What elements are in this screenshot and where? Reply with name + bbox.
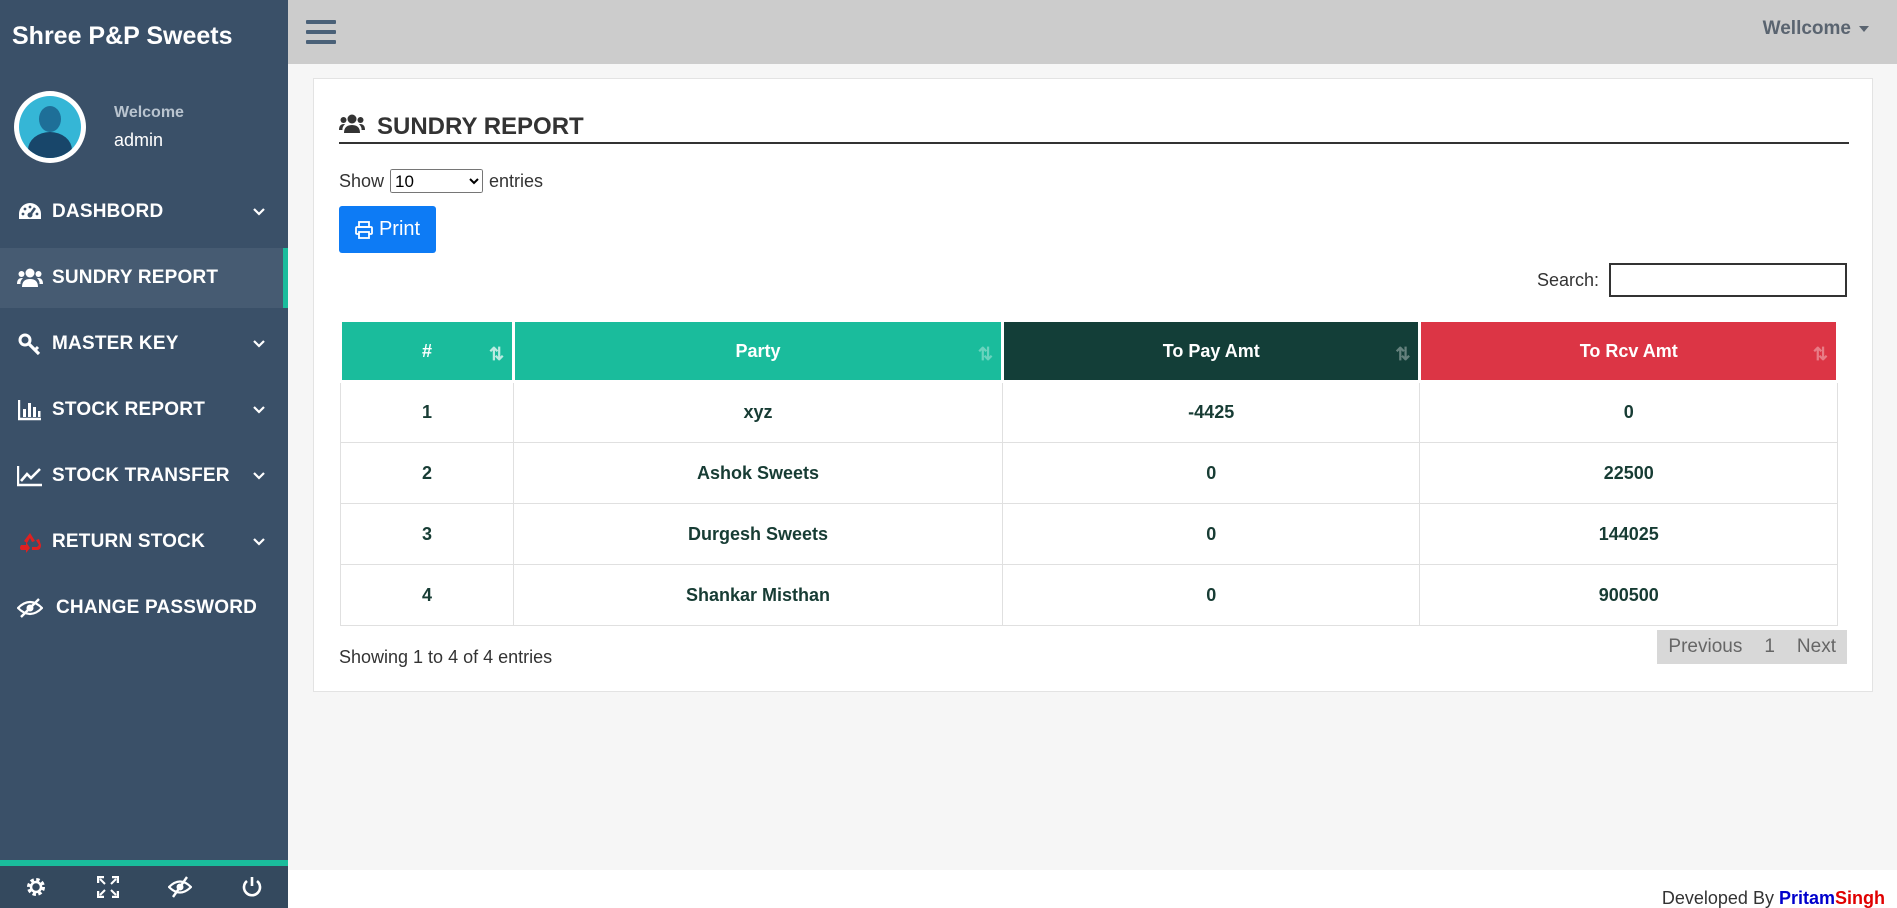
sort-icon: ⇅ (1395, 344, 1411, 364)
entries-length: Show 10 entries (339, 169, 543, 193)
column-header-to-pay[interactable]: To Pay Amt ⇅ (1000, 319, 1422, 383)
sidebar-item-label: STOCK REPORT (52, 399, 206, 420)
eye-slash-icon[interactable] (166, 873, 194, 901)
sidebar-item-dashbord[interactable]: DASHBORD (0, 182, 288, 242)
search-box: Search: (1537, 263, 1847, 297)
key-icon (16, 332, 44, 356)
user-menu[interactable]: Wellcome (1763, 18, 1869, 40)
cell-to-pay: 0 (1001, 442, 1421, 504)
sidebar-nav: DASHBORD SUNDRY REPORT MASTER KEY STOCK … (0, 182, 288, 638)
chevron-down-icon (253, 472, 265, 480)
print-button[interactable]: Print (339, 206, 436, 253)
cell-party: Durgesh Sweets (513, 503, 1003, 565)
brand-title: Shree P&P Sweets (12, 22, 233, 50)
sidebar-item-label: MASTER KEY (52, 333, 179, 354)
sidebar-item-master-key[interactable]: MASTER KEY (0, 314, 288, 374)
sidebar-item-label: STOCK TRANSFER (52, 465, 230, 486)
cell-to-rcv: 900500 (1419, 564, 1838, 626)
print-icon (355, 220, 373, 239)
bar-chart-icon (16, 398, 44, 422)
developer-name-last: Singh (1835, 888, 1885, 908)
chevron-down-icon (253, 340, 265, 348)
sidebar-item-label: CHANGE PASSWORD (56, 597, 258, 618)
sidebar-item-stock-report[interactable]: STOCK REPORT (0, 380, 288, 440)
table-row: 1 xyz -4425 0 (339, 381, 1838, 443)
cell-party: Ashok Sweets (513, 442, 1003, 504)
pagination-page-1[interactable]: 1 (1753, 630, 1786, 664)
pagination-next[interactable]: Next (1786, 630, 1847, 664)
panel-header: SUNDRY REPORT (339, 111, 1849, 144)
cell-to-rcv: 22500 (1419, 442, 1838, 504)
chevron-down-icon (253, 538, 265, 546)
cell-to-pay: 0 (1001, 503, 1421, 565)
cell-number: 3 (339, 503, 515, 565)
sidebar-footer (0, 860, 288, 908)
chevron-down-icon (253, 406, 265, 414)
profile-welcome: Welcome (114, 103, 184, 121)
search-label: Search: (1536, 269, 1599, 290)
column-header-party[interactable]: Party ⇅ (512, 319, 1004, 383)
table-row: 2 Ashok Sweets 0 22500 (339, 442, 1838, 504)
sidebar: Shree P&P Sweets Welcome admin DASHBORD … (0, 0, 288, 908)
sidebar-item-label: SUNDRY REPORT (52, 267, 219, 288)
menu-toggle-icon[interactable] (306, 20, 336, 46)
sundry-table: # ⇅ Party ⇅ To Pay Amt ⇅ To Rcv Amt ⇅ 1 xyz … (338, 319, 1839, 626)
users-icon (16, 266, 44, 290)
user-profile: Welcome admin (0, 72, 288, 182)
sort-icon: ⇅ (977, 344, 993, 364)
page-footer: Developed By PritamSingh (288, 870, 1897, 908)
column-header-to-rcv[interactable]: To Rcv Amt ⇅ (1418, 319, 1839, 383)
sort-icon: ⇅ (488, 344, 505, 364)
sidebar-item-label: DASHBORD (52, 201, 164, 222)
sidebar-item-label: RETURN STOCK (52, 531, 205, 552)
cell-to-pay: 0 (1001, 564, 1421, 626)
pagination: Previous 1 Next (1657, 630, 1847, 664)
line-chart-icon (16, 464, 44, 488)
fullscreen-icon[interactable] (94, 873, 122, 901)
avatar (14, 91, 86, 163)
top-bar: Wellcome (288, 0, 1897, 64)
user-menu-label: Wellcome (1762, 18, 1851, 39)
cell-number: 2 (339, 442, 515, 504)
sort-icon: ⇅ (1812, 344, 1828, 364)
recycle-icon (16, 530, 44, 554)
table-info: Showing 1 to 4 of 4 entries (339, 647, 553, 667)
cell-number: 1 (339, 381, 515, 443)
entries-label: entries (489, 170, 544, 191)
power-icon[interactable] (238, 873, 266, 901)
caret-down-icon (1859, 25, 1869, 32)
entries-select[interactable]: 10 (390, 169, 484, 193)
eye-slash-icon (16, 596, 44, 620)
cell-to-rcv: 144025 (1419, 503, 1838, 565)
developer-credit: Developed By PritamSingh (1662, 888, 1885, 908)
table-row: 3 Durgesh Sweets 0 144025 (339, 503, 1838, 565)
page-title: SUNDRY REPORT (377, 112, 584, 140)
cell-party: Shankar Misthan (513, 564, 1003, 626)
profile-name: admin (114, 129, 164, 150)
users-icon (339, 113, 365, 140)
table-header-row: # ⇅ Party ⇅ To Pay Amt ⇅ To Rcv Amt ⇅ (338, 319, 1839, 383)
search-input[interactable] (1609, 263, 1847, 297)
column-header-number[interactable]: # ⇅ (338, 319, 516, 383)
show-label: Show (339, 170, 385, 191)
sidebar-item-sundry-report[interactable]: SUNDRY REPORT (0, 248, 288, 308)
sidebar-item-change-password[interactable]: CHANGE PASSWORD (0, 578, 288, 638)
developed-by-label: Developed By (1661, 888, 1774, 908)
dashboard-icon (16, 200, 44, 224)
cell-party: xyz (513, 381, 1003, 443)
sidebar-item-return-stock[interactable]: RETURN STOCK (0, 512, 288, 572)
cell-to-pay: -4425 (1001, 381, 1421, 443)
table-row: 4 Shankar Misthan 0 900500 (339, 564, 1838, 626)
print-label: Print (378, 218, 421, 240)
chevron-down-icon (253, 208, 265, 216)
report-panel: SUNDRY REPORT Show 10 entries Print Sear… (313, 78, 1873, 692)
developer-name-first: Pritam (1778, 888, 1835, 908)
pagination-previous[interactable]: Previous (1657, 630, 1753, 664)
sidebar-item-stock-transfer[interactable]: STOCK TRANSFER (0, 446, 288, 506)
cell-number: 4 (339, 564, 515, 626)
cell-to-rcv: 0 (1419, 381, 1838, 443)
gear-icon[interactable] (22, 873, 50, 901)
